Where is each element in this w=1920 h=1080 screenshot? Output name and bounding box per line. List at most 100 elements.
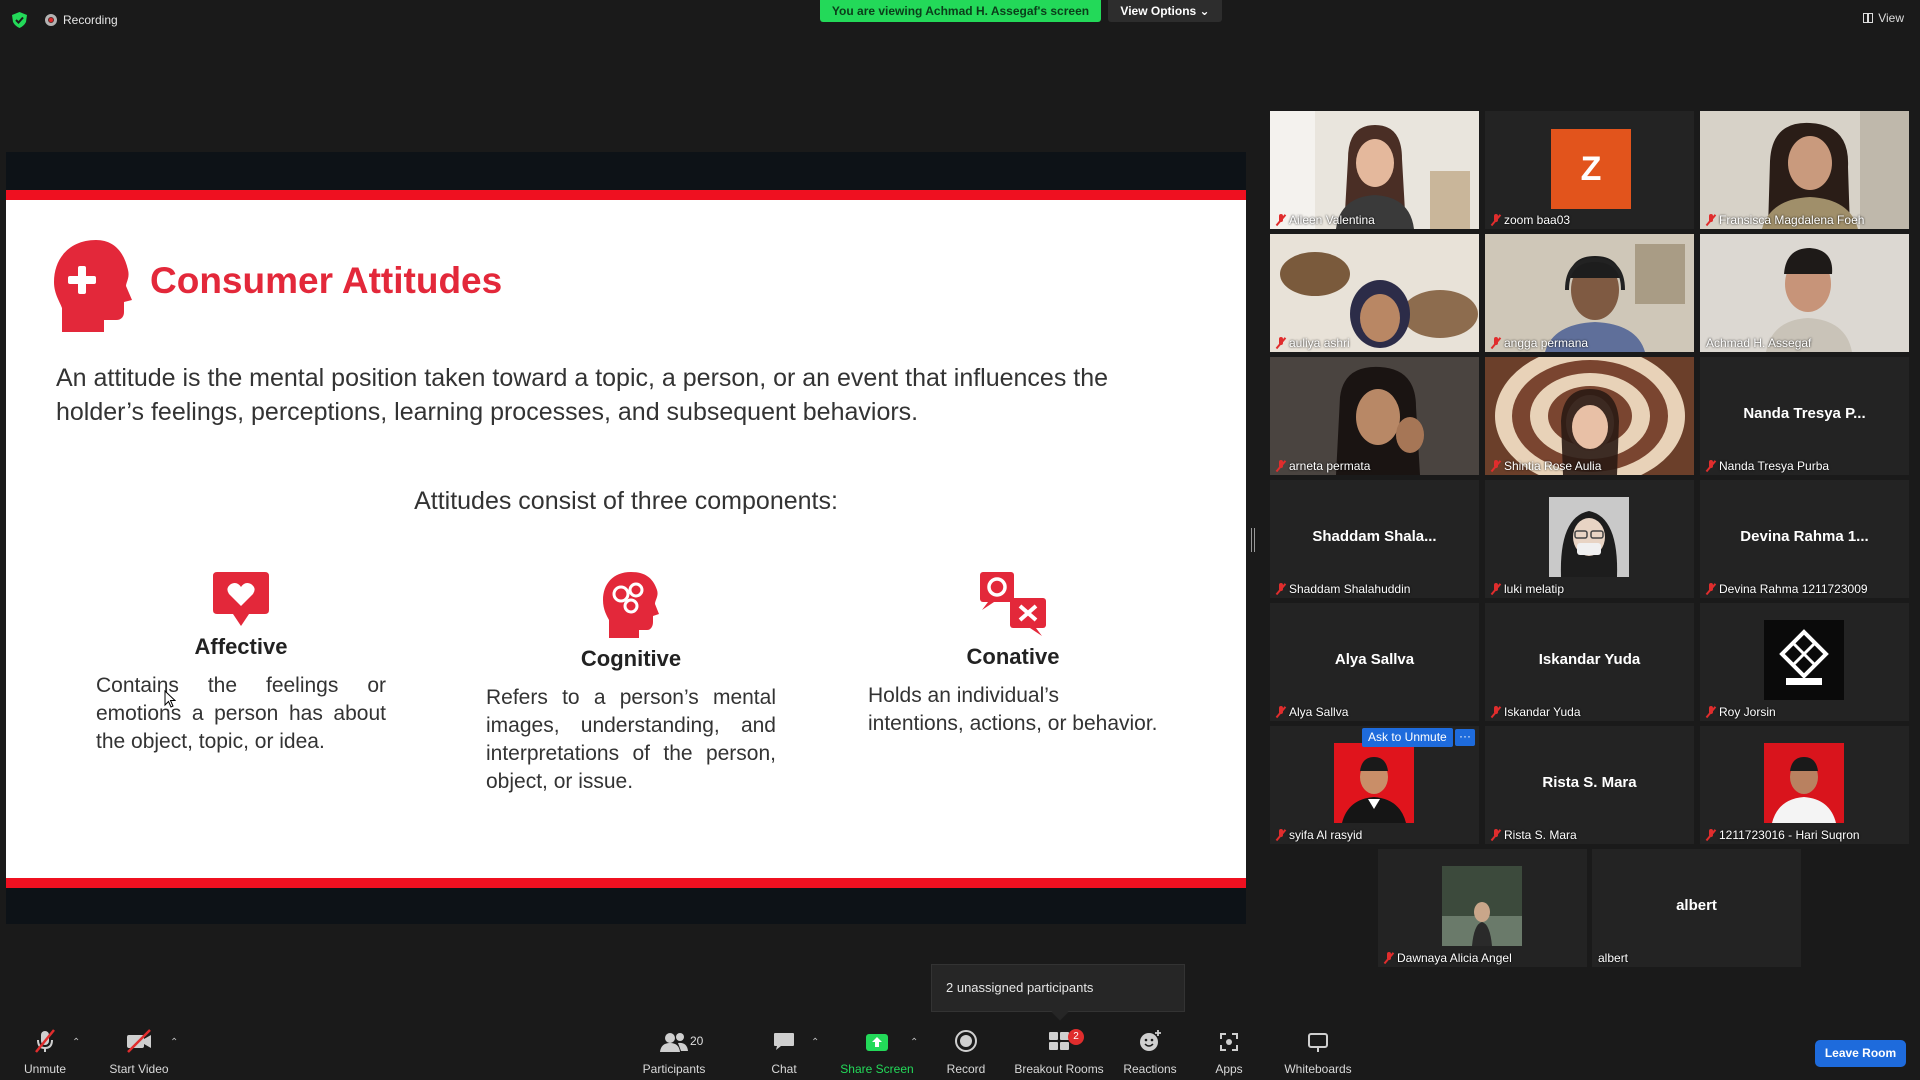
video-feed	[1485, 357, 1694, 475]
participant-name: 1211723016 - Hari Suqron	[1706, 828, 1860, 842]
mic-muted-icon	[1491, 829, 1501, 841]
chevron-up-icon: ⌃	[811, 1037, 820, 1048]
options-choice-icon	[980, 572, 1046, 636]
recording-indicator[interactable]: Recording	[45, 13, 118, 27]
breakout-rooms-button[interactable]: 2 Breakout Rooms	[1012, 1025, 1106, 1080]
unmute-button[interactable]: Unmute	[16, 1025, 74, 1080]
participant-tile[interactable]: Alya Sallva Alya Sallva	[1270, 603, 1479, 721]
participant-name: angga permana	[1491, 336, 1588, 350]
audio-options-caret[interactable]: ⌃	[72, 1025, 84, 1080]
participant-tile[interactable]: Roy Jorsin	[1700, 603, 1909, 721]
view-button[interactable]: View	[1863, 11, 1904, 25]
share-screen-label: Share Screen	[840, 1062, 914, 1076]
mic-muted-icon	[1276, 583, 1286, 595]
component-description: Contains the feelings or emotions a pers…	[96, 674, 386, 753]
participant-tile[interactable]: arneta permata	[1270, 357, 1479, 475]
unmute-label: Unmute	[23, 1062, 67, 1076]
component-title: Cognitive	[580, 646, 682, 671]
mouse-cursor-icon	[164, 690, 176, 708]
apps-button[interactable]: Apps	[1208, 1025, 1250, 1080]
mic-muted-icon	[1491, 337, 1501, 349]
component-affective: Affective Contains the feelings or emoti…	[96, 570, 386, 756]
start-video-button[interactable]: Start Video	[104, 1025, 174, 1080]
participant-name: Nanda Tresya Purba	[1706, 459, 1829, 473]
participant-avatar-photo	[1549, 497, 1629, 577]
participant-tile[interactable]: angga permana	[1485, 234, 1694, 352]
participant-tile[interactable]: Z zoom baa03	[1485, 111, 1694, 229]
participant-tile[interactable]: 1211723016 - Hari Suqron	[1700, 726, 1909, 844]
participant-display-name: Alya Sallva	[1334, 651, 1415, 668]
video-feed	[1700, 111, 1909, 229]
participant-tile[interactable]: Fransisca Magdalena Foeh	[1700, 111, 1909, 229]
participant-name: Dawnaya Alicia Angel	[1384, 951, 1512, 965]
participant-tile[interactable]: Devina Rahma 1... Devina Rahma 121172300…	[1700, 480, 1909, 598]
ask-to-unmute-button[interactable]: Ask to Unmute	[1362, 728, 1453, 747]
participant-tile-active-speaker[interactable]: Achmad H. Assegaf	[1700, 234, 1909, 352]
viewing-screen-banner: You are viewing Achmad H. Assegaf's scre…	[820, 0, 1101, 22]
participant-tile[interactable]: albert albert	[1592, 849, 1801, 967]
view-options-button[interactable]: View Options ⌄	[1108, 0, 1222, 22]
participant-avatar-letter: Z	[1551, 129, 1631, 209]
participant-name: auliya ashri	[1276, 336, 1350, 350]
view-grid-icon	[1863, 13, 1874, 23]
participant-name: zoom baa03	[1491, 213, 1570, 227]
mic-muted-icon	[1706, 706, 1716, 718]
record-label: Record	[946, 1062, 986, 1076]
component-title: Affective	[194, 634, 288, 659]
more-options-button[interactable]: ···	[1455, 729, 1475, 746]
top-bar: Recording You are viewing Achmad H. Asse…	[0, 0, 1920, 40]
shared-screen-area: Consumer Attitudes An attitude is the me…	[6, 152, 1246, 924]
participants-label: Participants	[642, 1062, 706, 1076]
participant-tile[interactable]: luki melatip	[1485, 480, 1694, 598]
heart-speech-bubble-icon	[213, 572, 269, 626]
share-screen-button[interactable]: Share Screen	[840, 1025, 914, 1080]
reactions-smiley-icon	[1140, 1030, 1161, 1051]
participant-tile[interactable]: Nanda Tresya P... Nanda Tresya Purba	[1700, 357, 1909, 475]
chevron-up-icon: ⌃	[170, 1037, 179, 1048]
participant-tile[interactable]: Shaddam Shala... Shaddam Shalahuddin	[1270, 480, 1479, 598]
participant-tile[interactable]: Ask to Unmute ··· syifa Al rasyid	[1270, 726, 1479, 844]
participant-name: Rista S. Mara	[1491, 828, 1577, 842]
whiteboards-label: Whiteboards	[1284, 1062, 1352, 1076]
head-gears-icon	[603, 572, 659, 638]
chat-options-caret[interactable]: ⌃	[811, 1025, 823, 1080]
participant-name: albert	[1598, 951, 1629, 965]
mic-muted-icon	[1706, 829, 1716, 841]
presentation-slide: Consumer Attitudes An attitude is the me…	[6, 190, 1246, 888]
mic-muted-icon	[1276, 829, 1286, 841]
participant-name: Achmad H. Assegaf	[1706, 336, 1812, 350]
unassigned-participants-popup[interactable]: 2 unassigned participants	[931, 964, 1185, 1012]
participant-tile[interactable]: auliya ashri	[1270, 234, 1479, 352]
panel-splitter-handle[interactable]	[1251, 528, 1255, 552]
whiteboards-button[interactable]: Whiteboards	[1278, 1025, 1358, 1080]
share-options-caret[interactable]: ⌃	[910, 1025, 922, 1080]
recording-icon	[45, 14, 57, 26]
encryption-shield-icon[interactable]	[12, 12, 27, 28]
participant-display-name: Iskandar Yuda	[1538, 651, 1641, 668]
breakout-rooms-icon	[1049, 1032, 1069, 1050]
participant-tile[interactable]: Shintia Rose Aulia	[1485, 357, 1694, 475]
video-feed	[1270, 234, 1479, 352]
participant-name: Iskandar Yuda	[1491, 705, 1581, 719]
video-options-caret[interactable]: ⌃	[170, 1025, 182, 1080]
participant-tile[interactable]: Dawnaya Alicia Angel	[1378, 849, 1587, 967]
chevron-up-icon: ⌃	[910, 1037, 919, 1048]
recording-label: Recording	[63, 13, 118, 27]
leave-room-button[interactable]: Leave Room	[1815, 1040, 1906, 1067]
reactions-button[interactable]: Reactions	[1120, 1025, 1180, 1080]
chat-button[interactable]: Chat	[764, 1025, 804, 1080]
reactions-label: Reactions	[1123, 1062, 1177, 1076]
mic-muted-icon	[1384, 952, 1394, 964]
multimedia-logo-avatar	[1764, 620, 1844, 700]
video-feed	[1485, 234, 1694, 352]
component-description: Holds an individual’s intentions, action…	[868, 684, 1158, 735]
participants-button[interactable]: 20 Participants	[636, 1025, 712, 1080]
share-screen-icon	[866, 1034, 888, 1051]
mic-muted-icon	[1706, 460, 1716, 472]
participant-tile[interactable]: Iskandar Yuda Iskandar Yuda	[1485, 603, 1694, 721]
record-button[interactable]: Record	[940, 1025, 992, 1080]
participant-tile[interactable]: Aileen Valentina	[1270, 111, 1479, 229]
video-off-icon	[127, 1029, 151, 1053]
participant-tile[interactable]: Rista S. Mara Rista S. Mara	[1485, 726, 1694, 844]
mic-muted-icon	[1491, 706, 1501, 718]
